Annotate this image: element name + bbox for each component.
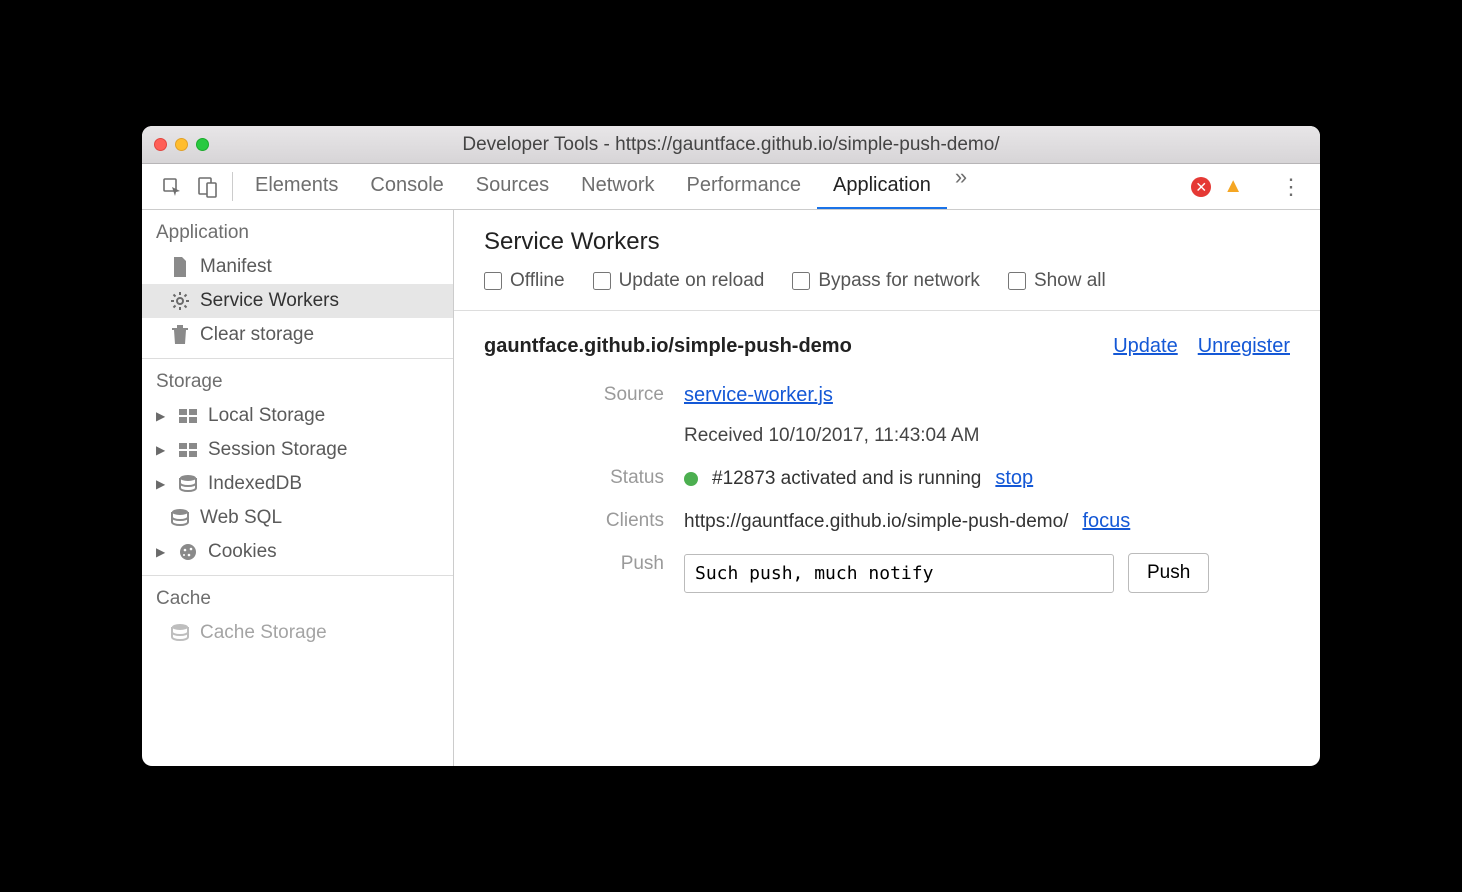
body: Application Manifest Service Workers Cle… xyxy=(142,210,1320,766)
sidebar-section-application: Application xyxy=(142,210,453,250)
scope-name: gauntface.github.io/simple-push-demo xyxy=(484,335,852,358)
sw-details: Source service-worker.js Received 10/10/… xyxy=(484,364,1290,613)
sidebar-item-label: Manifest xyxy=(200,256,272,278)
panel-title: Service Workers xyxy=(484,228,1290,256)
client-url: https://gauntface.github.io/simple-push-… xyxy=(684,511,1068,533)
toolbar: Elements Console Sources Network Perform… xyxy=(142,164,1320,210)
error-badge-icon[interactable]: ✕ xyxy=(1191,177,1211,197)
sidebar-item-label: Cookies xyxy=(208,541,277,563)
sidebar-item-label: Web SQL xyxy=(200,507,282,529)
file-icon xyxy=(170,257,190,277)
checkbox-show-all[interactable]: Show all xyxy=(1008,270,1106,292)
checkbox-offline[interactable]: Offline xyxy=(484,270,565,292)
push-button[interactable]: Push xyxy=(1128,553,1209,593)
sidebar-item-indexeddb[interactable]: ▶ IndexedDB xyxy=(142,467,453,501)
sidebar-item-clear-storage[interactable]: Clear storage xyxy=(142,318,453,352)
gear-icon xyxy=(170,291,190,311)
tab-console[interactable]: Console xyxy=(354,164,459,209)
sidebar-item-label: Service Workers xyxy=(200,290,339,312)
sidebar-item-manifest[interactable]: Manifest xyxy=(142,250,453,284)
database-icon xyxy=(170,509,190,527)
sidebar-item-cookies[interactable]: ▶ Cookies xyxy=(142,535,453,569)
sidebar-item-web-sql[interactable]: Web SQL xyxy=(142,501,453,535)
devtools-window: Developer Tools - https://gauntface.gith… xyxy=(142,126,1320,766)
sidebar-item-service-workers[interactable]: Service Workers xyxy=(142,284,453,318)
minimize-window-button[interactable] xyxy=(175,138,188,151)
warning-badge-icon[interactable]: ▲ xyxy=(1223,175,1243,198)
sidebar-item-session-storage[interactable]: ▶ Session Storage xyxy=(142,433,453,467)
database-icon xyxy=(178,475,198,493)
grid-icon xyxy=(178,409,198,423)
stop-link[interactable]: stop xyxy=(995,467,1033,490)
sidebar-item-local-storage[interactable]: ▶ Local Storage xyxy=(142,399,453,433)
row-label: Source xyxy=(484,384,684,406)
device-toolbar-icon[interactable] xyxy=(190,164,226,209)
status-running-icon xyxy=(684,472,698,486)
more-tabs-button[interactable]: » xyxy=(947,164,975,209)
trash-icon xyxy=(170,325,190,345)
sidebar-section-cache: Cache xyxy=(142,576,453,616)
sidebar-item-label: Session Storage xyxy=(208,439,347,461)
checkbox-label: Offline xyxy=(510,270,565,292)
tabs: Elements Console Sources Network Perform… xyxy=(239,164,1191,209)
checkbox-offline-input[interactable] xyxy=(484,272,502,290)
unregister-link[interactable]: Unregister xyxy=(1198,335,1290,358)
sidebar-item-label: Clear storage xyxy=(200,324,314,346)
sw-options: Offline Update on reload Bypass for netw… xyxy=(484,270,1290,292)
row-clients: Clients https://gauntface.github.io/simp… xyxy=(484,500,1290,543)
titlebar: Developer Tools - https://gauntface.gith… xyxy=(142,126,1320,164)
toolbar-right: ✕ ▲ ⋮ xyxy=(1191,164,1308,209)
tab-elements[interactable]: Elements xyxy=(239,164,354,209)
tab-network[interactable]: Network xyxy=(565,164,670,209)
source-received: Received 10/10/2017, 11:43:04 AM xyxy=(684,425,979,447)
update-link[interactable]: Update xyxy=(1113,335,1178,358)
checkbox-show-all-input[interactable] xyxy=(1008,272,1026,290)
tab-application[interactable]: Application xyxy=(817,164,947,209)
sidebar-item-label: IndexedDB xyxy=(208,473,302,495)
checkbox-update-on-reload-input[interactable] xyxy=(593,272,611,290)
sidebar: Application Manifest Service Workers Cle… xyxy=(142,210,454,766)
checkbox-bypass-input[interactable] xyxy=(792,272,810,290)
inspect-element-icon[interactable] xyxy=(154,164,190,209)
close-window-button[interactable] xyxy=(154,138,167,151)
checkbox-label: Update on reload xyxy=(619,270,765,292)
toolbar-separator xyxy=(232,172,233,201)
tab-performance[interactable]: Performance xyxy=(671,164,818,209)
maximize-window-button[interactable] xyxy=(196,138,209,151)
row-source: Source service-worker.js Received 10/10/… xyxy=(484,374,1290,457)
row-label: Status xyxy=(484,467,684,489)
push-input[interactable] xyxy=(684,554,1114,593)
row-status: Status #12873 activated and is running s… xyxy=(484,457,1290,500)
checkbox-update-on-reload[interactable]: Update on reload xyxy=(593,270,765,292)
sidebar-item-label: Cache Storage xyxy=(200,622,327,644)
tab-sources[interactable]: Sources xyxy=(460,164,565,209)
focus-link[interactable]: focus xyxy=(1082,510,1130,533)
scope-header: gauntface.github.io/simple-push-demo Upd… xyxy=(484,311,1290,364)
source-file-link[interactable]: service-worker.js xyxy=(684,384,979,407)
window-title: Developer Tools - https://gauntface.gith… xyxy=(142,134,1320,156)
cookie-icon xyxy=(178,543,198,561)
sidebar-item-label: Local Storage xyxy=(208,405,325,427)
caret-right-icon: ▶ xyxy=(156,443,168,457)
checkbox-label: Bypass for network xyxy=(818,270,980,292)
grid-icon xyxy=(178,443,198,457)
sidebar-section-storage: Storage xyxy=(142,359,453,399)
traffic-lights xyxy=(154,138,209,151)
status-text: #12873 activated and is running xyxy=(712,468,981,490)
scope-actions: Update Unregister xyxy=(1113,335,1290,358)
row-label: Push xyxy=(484,553,684,575)
database-icon xyxy=(170,624,190,642)
row-push: Push Push xyxy=(484,543,1290,603)
main-panel: Service Workers Offline Update on reload… xyxy=(454,210,1320,766)
checkbox-bypass-for-network[interactable]: Bypass for network xyxy=(792,270,980,292)
row-label: Clients xyxy=(484,510,684,532)
caret-right-icon: ▶ xyxy=(156,545,168,559)
checkbox-label: Show all xyxy=(1034,270,1106,292)
sidebar-item-cache-storage[interactable]: Cache Storage xyxy=(142,616,453,650)
settings-menu-icon[interactable]: ⋮ xyxy=(1280,174,1302,200)
caret-right-icon: ▶ xyxy=(156,409,168,423)
caret-right-icon: ▶ xyxy=(156,477,168,491)
